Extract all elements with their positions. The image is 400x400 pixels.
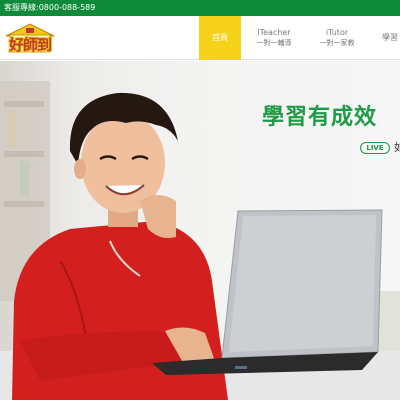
hero-subtitle-fragment: 如 — [394, 141, 400, 154]
nav-itutor-label: iTutor — [325, 28, 349, 37]
top-contact-bar: 客服專線:0800-088-589 — [0, 0, 400, 16]
nav-learning-label: 學習 — [382, 33, 398, 42]
nav-home[interactable]: 首頁 — [199, 16, 241, 60]
hero-headline: 學習有成效 — [262, 105, 378, 130]
nav-itutor[interactable]: iTutor 一對一家教 — [310, 16, 364, 60]
live-badge: LIVE — [360, 142, 390, 154]
nav-itutor-sub: 一對一家教 — [319, 39, 355, 47]
nav-iteacher[interactable]: iTeacher 一對一輔導 — [247, 16, 301, 60]
nav-iteacher-sub: 一對一輔導 — [256, 39, 292, 47]
logo-text: 好師到 — [8, 36, 52, 54]
site-logo[interactable]: 好師到 — [2, 22, 58, 54]
hotline-text: 客服專線:0800-088-589 — [4, 3, 96, 12]
nav-home-label: 首頁 — [212, 33, 228, 42]
nav-learning[interactable]: 學習 — [378, 16, 400, 60]
nav-iteacher-label: iTeacher — [257, 28, 291, 37]
main-navbar: 好師到 首頁 iTeacher 一對一輔導 iTutor 一對一家教 學習 — [0, 16, 400, 60]
hero-banner: 學習有成效 LIVE 如 — [0, 61, 400, 400]
